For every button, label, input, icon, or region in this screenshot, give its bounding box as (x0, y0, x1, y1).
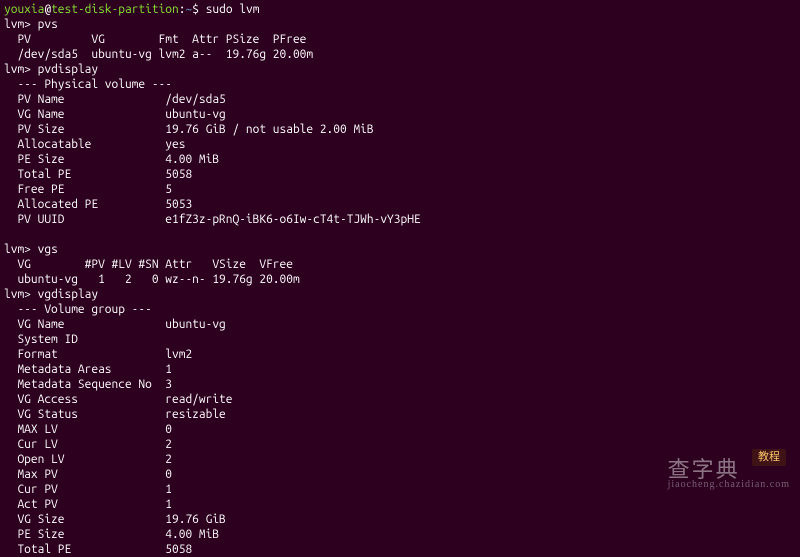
pvdisplay-pv-uuid: PV UUID e1fZ3z-pRnQ-iBK6-o6Iw-cT4t-TJWh-… (4, 212, 796, 227)
vgdisplay-md-areas: Metadata Areas 1 (4, 362, 796, 377)
pvs-row: /dev/sda5 ubuntu-vg lvm2 a-- 19.76g 20.0… (4, 47, 796, 62)
lvm-prompt-vgs: lvm> vgs (4, 242, 796, 257)
vgdisplay-total-pe: Total PE 5058 (4, 542, 796, 557)
pvdisplay-alloc-pe: Allocated PE 5053 (4, 197, 796, 212)
vgdisplay-system-id: System ID (4, 332, 796, 347)
vgdisplay-md-seq: Metadata Sequence No 3 (4, 377, 796, 392)
vgdisplay-open-lv: Open LV 2 (4, 452, 796, 467)
vgdisplay-vg-status: VG Status resizable (4, 407, 796, 422)
cmd-pvs[interactable]: pvs (38, 18, 58, 31)
vgdisplay-pe-size: PE Size 4.00 MiB (4, 527, 796, 542)
blank-1 (4, 227, 796, 242)
pvdisplay-free-pe: Free PE 5 (4, 182, 796, 197)
vgdisplay-vg-size: VG Size 19.76 GiB (4, 512, 796, 527)
shell-prompt-line: youxia@test-disk-partition:~$ sudo lvm (4, 2, 796, 17)
vgdisplay-vg-name: VG Name ubuntu-vg (4, 317, 796, 332)
lvm-prompt-pvs: lvm> pvs (4, 17, 796, 32)
vgdisplay-max-pv: Max PV 0 (4, 467, 796, 482)
pvdisplay-pv-name: PV Name /dev/sda5 (4, 92, 796, 107)
pvdisplay-pe-size: PE Size 4.00 MiB (4, 152, 796, 167)
pvdisplay-total-pe: Total PE 5058 (4, 167, 796, 182)
pvdisplay-allocatable: Allocatable yes (4, 137, 796, 152)
pvdisplay-vg-name: VG Name ubuntu-vg (4, 107, 796, 122)
pvdisplay-pv-size: PV Size 19.76 GiB / not usable 2.00 MiB (4, 122, 796, 137)
pvs-header: PV VG Fmt Attr PSize PFree (4, 32, 796, 47)
cmd-pvdisplay[interactable]: pvdisplay (38, 63, 98, 76)
vgs-row: ubuntu-vg 1 2 0 wz--n- 19.76g 20.00m (4, 272, 796, 287)
cmd-vgs[interactable]: vgs (38, 243, 58, 256)
vgdisplay-title: --- Volume group --- (4, 302, 796, 317)
lvm-prompt-vgdisplay: lvm> vgdisplay (4, 287, 796, 302)
vgdisplay-max-lv: MAX LV 0 (4, 422, 796, 437)
pvdisplay-title: --- Physical volume --- (4, 77, 796, 92)
vgdisplay-vg-access: VG Access read/write (4, 392, 796, 407)
shell-user: youxia (4, 3, 44, 16)
vgs-header: VG #PV #LV #SN Attr VSize VFree (4, 257, 796, 272)
vgdisplay-format: Format lvm2 (4, 347, 796, 362)
shell-host: test-disk-partition (51, 3, 179, 16)
vgdisplay-cur-pv: Cur PV 1 (4, 482, 796, 497)
shell-symbol: $ (192, 3, 199, 16)
cmd-vgdisplay[interactable]: vgdisplay (38, 288, 98, 301)
shell-command[interactable]: sudo lvm (206, 3, 260, 16)
vgdisplay-act-pv: Act PV 1 (4, 497, 796, 512)
vgdisplay-cur-lv: Cur LV 2 (4, 437, 796, 452)
lvm-prompt-pvdisplay: lvm> pvdisplay (4, 62, 796, 77)
